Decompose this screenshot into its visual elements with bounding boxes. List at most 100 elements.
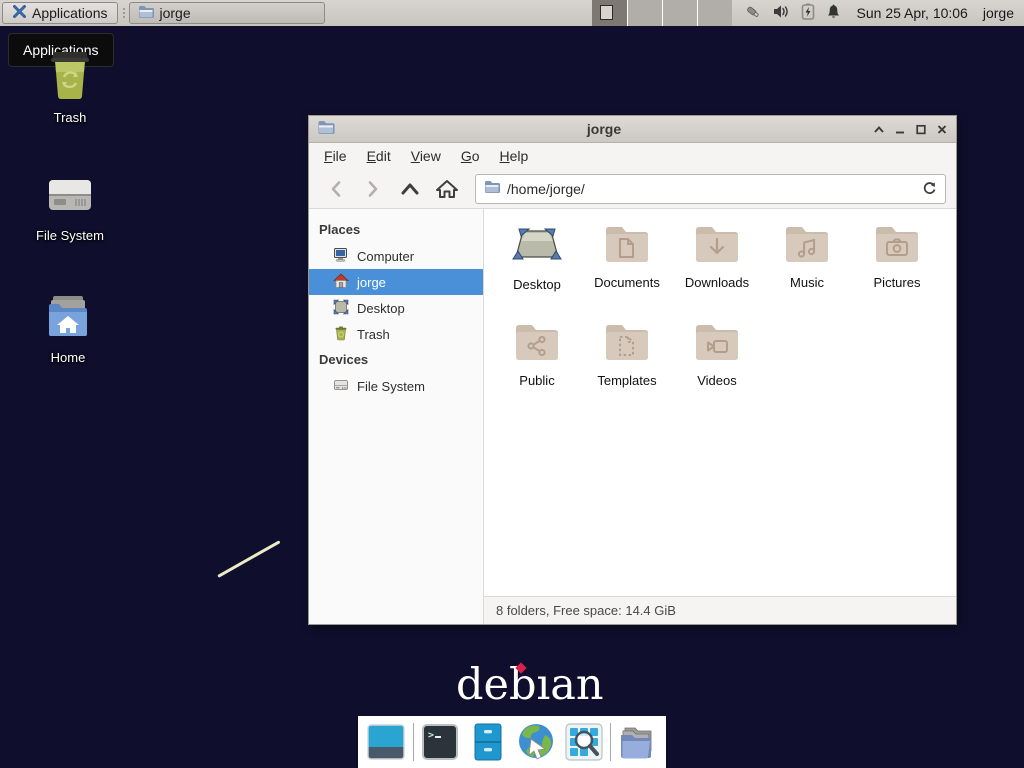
shade-icon[interactable] — [873, 124, 885, 135]
desktop-special-icon — [509, 221, 565, 272]
minimize-icon[interactable] — [894, 124, 906, 135]
sidebar-item-label: Desktop — [357, 301, 405, 316]
sidebar-item-trash[interactable]: Trash — [309, 321, 483, 347]
harddrive-icon — [333, 377, 349, 396]
sidebar-places-heading: Places — [309, 217, 483, 243]
file-item-downloads[interactable]: Downloads — [672, 221, 762, 319]
workspace-switcher[interactable] — [592, 0, 732, 26]
menu-go[interactable]: Go — [452, 144, 489, 168]
close-icon[interactable] — [936, 124, 948, 135]
sidebar-item-desktop[interactable]: Desktop — [309, 295, 483, 321]
sidebar-devices-heading: Devices — [309, 347, 483, 373]
desktop-icon — [333, 299, 349, 318]
trash-icon — [47, 50, 93, 103]
sidebar-item-jorge[interactable]: jorge — [309, 269, 483, 295]
top-panel: Applications jorge — [0, 0, 1024, 26]
menu-edit[interactable]: Edit — [358, 144, 400, 168]
forward-icon[interactable] — [356, 174, 389, 204]
directory-menu-folder-icon[interactable] — [616, 719, 659, 765]
system-tray — [744, 3, 841, 23]
file-manager-window: jorge File Edit View Go Help — [308, 115, 957, 625]
desktop-background: Applications jorge — [0, 0, 1024, 768]
network-icon[interactable] — [744, 4, 762, 23]
menu-help[interactable]: Help — [491, 144, 538, 168]
file-manager-cabinet-icon[interactable] — [467, 719, 510, 765]
home-folder-icon — [43, 292, 93, 343]
back-icon[interactable] — [319, 174, 352, 204]
window-toolbar: /home/jorge/ — [309, 169, 956, 209]
sidebar: Places Computer — [309, 209, 484, 624]
notifications-bell-icon[interactable] — [826, 4, 841, 23]
workspace-2[interactable] — [627, 0, 662, 26]
sidebar-item-label: jorge — [357, 275, 386, 290]
show-desktop-icon[interactable] — [365, 719, 408, 765]
dock-separator — [413, 723, 414, 761]
bottom-dock-panel: > — [358, 716, 666, 768]
file-item-desktop[interactable]: Desktop — [492, 221, 582, 319]
taskbar-window-button[interactable]: jorge — [129, 2, 325, 24]
taskbar-window-label: jorge — [160, 5, 191, 21]
menu-view[interactable]: View — [402, 144, 450, 168]
file-item-public[interactable]: Public — [492, 319, 582, 417]
panel-user-label[interactable]: jorge — [983, 5, 1014, 21]
applications-menu-button[interactable]: Applications — [2, 2, 118, 24]
tasklist-handle[interactable] — [120, 2, 129, 24]
videos-folder-icon — [691, 319, 743, 368]
path-bar[interactable]: /home/jorge/ — [475, 174, 946, 204]
path-input[interactable]: /home/jorge/ — [507, 181, 915, 197]
templates-folder-icon — [601, 319, 653, 368]
volume-icon[interactable] — [773, 4, 790, 22]
home-icon — [333, 273, 349, 292]
maximize-icon[interactable] — [915, 124, 927, 135]
trash-icon — [333, 325, 349, 344]
file-item-videos[interactable]: Videos — [672, 319, 762, 417]
desktop-icon-label: Home — [51, 350, 86, 365]
battery-icon[interactable] — [801, 3, 815, 23]
desktop-icon-filesystem[interactable]: File System — [20, 172, 120, 243]
downloads-folder-icon — [691, 221, 743, 270]
file-label: Downloads — [685, 275, 749, 290]
home-icon[interactable] — [430, 174, 463, 204]
applications-menu-label: Applications — [32, 5, 108, 21]
sidebar-item-computer[interactable]: Computer — [309, 243, 483, 269]
debian-wordmark: debıan — [456, 660, 604, 710]
application-finder-icon[interactable] — [562, 719, 605, 765]
up-icon[interactable] — [393, 174, 426, 204]
window-folder-icon — [317, 120, 335, 138]
file-label: Public — [519, 373, 554, 388]
wallpaper-line-artifact — [217, 540, 280, 578]
file-label: Templates — [597, 373, 656, 388]
file-icon-view: Desktop Documents — [484, 209, 956, 596]
web-browser-globe-icon[interactable] — [515, 719, 558, 765]
file-item-pictures[interactable]: Pictures — [852, 221, 942, 319]
computer-icon — [333, 247, 349, 266]
desktop-icon-label: Trash — [54, 110, 87, 125]
window-menubar: File Edit View Go Help — [309, 143, 956, 169]
dock-separator — [610, 723, 611, 761]
workspace-1[interactable] — [592, 0, 627, 26]
terminal-icon[interactable]: > — [419, 719, 462, 765]
file-label: Music — [790, 275, 824, 290]
window-titlebar[interactable]: jorge — [309, 116, 956, 143]
panel-clock[interactable]: Sun 25 Apr, 10:06 — [857, 5, 968, 21]
sidebar-item-label: Computer — [357, 249, 414, 264]
desktop-icon-home[interactable]: Home — [18, 292, 118, 365]
sidebar-item-label: File System — [357, 379, 425, 394]
statusbar: 8 folders, Free space: 14.4 GiB — [484, 596, 956, 624]
file-item-music[interactable]: Music — [762, 221, 852, 319]
public-folder-icon — [511, 319, 563, 368]
file-item-templates[interactable]: Templates — [582, 319, 672, 417]
workspace-4[interactable] — [697, 0, 732, 26]
folder-icon — [138, 5, 154, 22]
desktop-icon-trash[interactable]: Trash — [20, 50, 120, 125]
window-title: jorge — [335, 121, 873, 137]
desktop-icon-label: File System — [36, 228, 104, 243]
file-label: Pictures — [874, 275, 921, 290]
path-folder-icon — [484, 180, 500, 197]
sidebar-item-file-system[interactable]: File System — [309, 373, 483, 399]
reload-icon[interactable] — [922, 180, 937, 198]
music-folder-icon — [781, 221, 833, 270]
workspace-3[interactable] — [662, 0, 697, 26]
menu-file[interactable]: File — [315, 144, 356, 168]
file-item-documents[interactable]: Documents — [582, 221, 672, 319]
